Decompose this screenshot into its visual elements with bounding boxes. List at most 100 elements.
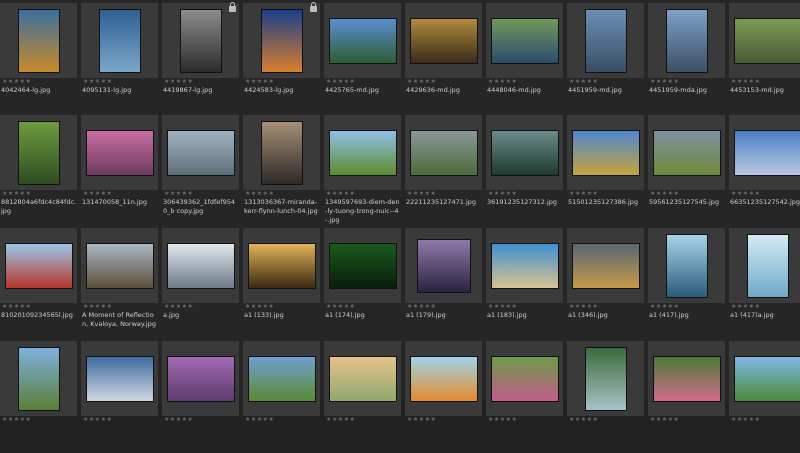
rating-stars[interactable]: ★★★★★: [2, 190, 31, 197]
thumbnail-frame[interactable]: [486, 3, 563, 78]
thumbnail-frame[interactable]: [81, 3, 158, 78]
rating-stars[interactable]: ★★★★★: [407, 303, 436, 310]
thumbnail-cell[interactable]: ★★★★★4424583-lg.jpg: [243, 3, 320, 115]
rating-stars[interactable]: ★★★★★: [245, 78, 274, 85]
thumbnail-cell[interactable]: ★★★★★: [162, 341, 239, 453]
thumbnail-frame[interactable]: [162, 341, 239, 416]
thumbnail-frame[interactable]: [648, 3, 725, 78]
rating-stars[interactable]: ★★★★★: [488, 190, 517, 197]
rating-stars[interactable]: ★★★★★: [407, 78, 436, 85]
thumbnail-frame[interactable]: [567, 228, 644, 303]
image-thumbnail[interactable]: [411, 131, 477, 175]
rating-stars[interactable]: ★★★★★: [731, 190, 760, 197]
image-thumbnail[interactable]: [87, 131, 153, 175]
thumbnail-cell[interactable]: ★★★★★: [0, 341, 77, 453]
image-thumbnail[interactable]: [411, 357, 477, 401]
image-thumbnail[interactable]: [418, 240, 470, 292]
thumbnail-cell[interactable]: ★★★★★1313036367-miranda-kerr-flynn-lunch…: [243, 115, 320, 227]
thumbnail-cell[interactable]: ★★★★★81020109234565l.jpg: [0, 228, 77, 340]
thumbnail-frame[interactable]: [81, 341, 158, 416]
rating-stars[interactable]: ★★★★★: [245, 303, 274, 310]
thumbnail-cell[interactable]: ★★★★★4453153-md.jpg: [729, 3, 800, 115]
image-thumbnail[interactable]: [586, 10, 626, 72]
image-thumbnail[interactable]: [735, 19, 800, 63]
thumbnail-frame[interactable]: [567, 341, 644, 416]
rating-stars[interactable]: ★★★★★: [488, 303, 517, 310]
thumbnail-cell[interactable]: ★★★★★a1 (179).jpg: [405, 228, 482, 340]
thumbnail-frame[interactable]: [567, 3, 644, 78]
thumbnail-frame[interactable]: [405, 115, 482, 190]
thumbnail-cell[interactable]: ★★★★★22211235127471.jpg: [405, 115, 482, 227]
thumbnail-cell[interactable]: ★★★★★51501235127386.jpg: [567, 115, 644, 227]
rating-stars[interactable]: ★★★★★: [2, 303, 31, 310]
rating-stars[interactable]: ★★★★★: [488, 416, 517, 423]
image-thumbnail[interactable]: [492, 357, 558, 401]
image-thumbnail[interactable]: [19, 348, 59, 410]
thumbnail-cell[interactable]: ★★★★★1349597693-diem-den-ly-tuong-trong-…: [324, 115, 401, 227]
thumbnail-frame[interactable]: [162, 115, 239, 190]
thumbnail-cell[interactable]: ★★★★★: [81, 341, 158, 453]
image-thumbnail[interactable]: [573, 244, 639, 288]
thumbnail-frame[interactable]: [648, 341, 725, 416]
thumbnail-frame[interactable]: [729, 3, 800, 78]
image-thumbnail[interactable]: [654, 357, 720, 401]
rating-stars[interactable]: ★★★★★: [83, 78, 112, 85]
image-thumbnail[interactable]: [735, 131, 800, 175]
image-thumbnail[interactable]: [168, 357, 234, 401]
image-thumbnail[interactable]: [168, 131, 234, 175]
image-thumbnail[interactable]: [492, 244, 558, 288]
rating-stars[interactable]: ★★★★★: [164, 190, 193, 197]
rating-stars[interactable]: ★★★★★: [650, 416, 679, 423]
rating-stars[interactable]: ★★★★★: [2, 78, 31, 85]
thumbnail-frame[interactable]: [324, 228, 401, 303]
rating-stars[interactable]: ★★★★★: [164, 416, 193, 423]
thumbnail-cell[interactable]: ★★★★★: [405, 341, 482, 453]
image-thumbnail[interactable]: [586, 348, 626, 410]
rating-stars[interactable]: ★★★★★: [650, 78, 679, 85]
thumbnail-cell[interactable]: ★★★★★a1 (174).jpg: [324, 228, 401, 340]
thumbnail-frame[interactable]: [0, 3, 77, 78]
image-thumbnail[interactable]: [330, 19, 396, 63]
image-thumbnail[interactable]: [330, 244, 396, 288]
image-thumbnail[interactable]: [654, 131, 720, 175]
thumbnail-cell[interactable]: ★★★★★306439362_1fdfef9540_b copy.jpg: [162, 115, 239, 227]
rating-stars[interactable]: ★★★★★: [650, 190, 679, 197]
thumbnail-frame[interactable]: [0, 228, 77, 303]
thumbnail-frame[interactable]: [324, 3, 401, 78]
thumbnail-frame[interactable]: [729, 115, 800, 190]
thumbnail-frame[interactable]: [486, 115, 563, 190]
rating-stars[interactable]: ★★★★★: [731, 416, 760, 423]
image-thumbnail[interactable]: [330, 131, 396, 175]
thumbnail-cell[interactable]: ★★★★★A Moment of Reflection, Kvaloya, No…: [81, 228, 158, 340]
thumbnail-cell[interactable]: ★★★★★a1 (417)a.jpg: [729, 228, 800, 340]
image-thumbnail[interactable]: [100, 10, 140, 72]
thumbnail-cell[interactable]: ★★★★★a1 (346).jpg: [567, 228, 644, 340]
thumbnail-cell[interactable]: ★★★★★4451959-mda.jpg: [648, 3, 725, 115]
rating-stars[interactable]: ★★★★★: [488, 78, 517, 85]
thumbnail-frame[interactable]: [567, 115, 644, 190]
thumbnail-frame[interactable]: [0, 341, 77, 416]
image-thumbnail[interactable]: [87, 244, 153, 288]
rating-stars[interactable]: ★★★★★: [164, 303, 193, 310]
image-thumbnail[interactable]: [573, 131, 639, 175]
thumbnail-frame[interactable]: [162, 3, 239, 78]
rating-stars[interactable]: ★★★★★: [164, 78, 193, 85]
thumbnail-cell[interactable]: ★★★★★: [486, 341, 563, 453]
rating-stars[interactable]: ★★★★★: [731, 78, 760, 85]
thumbnail-cell[interactable]: ★★★★★131470058_11n.jpg: [81, 115, 158, 227]
thumbnail-frame[interactable]: [243, 3, 320, 78]
image-thumbnail[interactable]: [492, 131, 558, 175]
thumbnail-cell[interactable]: ★★★★★66351235127542.jpg: [729, 115, 800, 227]
rating-stars[interactable]: ★★★★★: [326, 78, 355, 85]
image-thumbnail[interactable]: [667, 235, 707, 297]
thumbnail-frame[interactable]: [729, 341, 800, 416]
thumbnail-cell[interactable]: ★★★★★a1 (183).jpg: [486, 228, 563, 340]
thumbnail-cell[interactable]: ★★★★★a1 (133).jpg: [243, 228, 320, 340]
thumbnail-frame[interactable]: [162, 228, 239, 303]
image-thumbnail[interactable]: [87, 357, 153, 401]
image-thumbnail[interactable]: [748, 235, 788, 297]
image-thumbnail[interactable]: [262, 122, 302, 184]
rating-stars[interactable]: ★★★★★: [326, 416, 355, 423]
thumbnail-cell[interactable]: ★★★★★: [729, 341, 800, 453]
thumbnail-frame[interactable]: [405, 341, 482, 416]
